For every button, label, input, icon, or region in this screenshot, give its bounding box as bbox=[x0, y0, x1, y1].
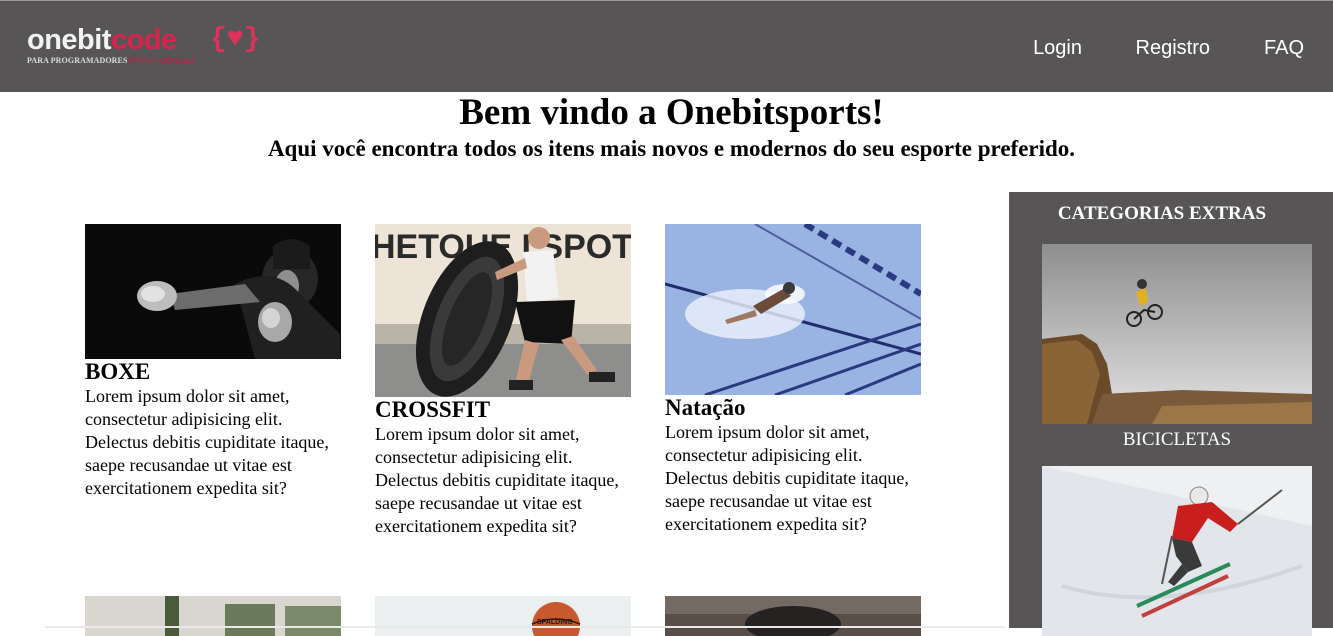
nav-link-login[interactable]: Login bbox=[1033, 37, 1082, 60]
welcome-section: Bem vindo a Onebitsports! Aqui você enco… bbox=[0, 92, 1333, 164]
card-text: Lorem ipsum dolor sit amet, consectetur … bbox=[375, 424, 619, 536]
tire-flip-photo[interactable]: HETOUE I SPOT bbox=[375, 224, 631, 397]
card-title: CROSSFIT bbox=[375, 397, 491, 422]
mountain-bike-photo[interactable] bbox=[1042, 244, 1312, 424]
logo-brace-icon: {♥} bbox=[210, 24, 261, 55]
product-card-4-image[interactable] bbox=[85, 596, 341, 636]
page-title: Bem vindo a Onebitsports! bbox=[459, 92, 884, 133]
product-card-boxe[interactable]: BOXE Lorem ipsum dolor sit amet, consect… bbox=[85, 224, 341, 500]
card-title: BOXE bbox=[85, 359, 151, 384]
product-card-natacao[interactable]: Natação Lorem ipsum dolor sit amet, cons… bbox=[665, 224, 921, 536]
logo-tagline: PARA PROGRAMADORESNOVA CARREIRA bbox=[27, 56, 197, 65]
boxer-photo[interactable] bbox=[85, 224, 341, 359]
onebitcode-logo[interactable]: onebitcode {♥} PARA PROGRAMADORESNOVA CA… bbox=[27, 23, 261, 73]
card-text: Lorem ipsum dolor sit amet, consectetur … bbox=[85, 386, 329, 498]
product-card-crossfit[interactable]: HETOUE I SPOT CROSSFIT Lorem ipsum dolor… bbox=[375, 224, 631, 538]
basketball-brand-text: SPALDING bbox=[537, 619, 573, 626]
sidebar-extra-categories: CATEGORIAS EXTRAS BICICLETAS bbox=[1009, 192, 1333, 636]
card-text: Lorem ipsum dolor sit amet, consectetur … bbox=[665, 422, 909, 534]
top-navbar: onebitcode {♥} PARA PROGRAMADORESNOVA CA… bbox=[0, 1, 1333, 92]
product-card-5-image[interactable]: SPALDING bbox=[375, 596, 631, 636]
swimmer-photo[interactable] bbox=[665, 224, 921, 395]
sidebar-title: CATEGORIAS EXTRAS bbox=[1057, 203, 1267, 224]
logo-wordmark: onebitcode bbox=[27, 24, 177, 56]
card-title: Natação bbox=[665, 395, 746, 420]
skier-photo[interactable] bbox=[1042, 466, 1312, 636]
category-label-bicicletas[interactable]: BICICLETAS bbox=[1009, 428, 1333, 452]
nav-link-faq[interactable]: FAQ bbox=[1264, 37, 1304, 60]
nav-link-registro[interactable]: Registro bbox=[1136, 37, 1210, 60]
page-subtitle: Aqui você encontra todos os itens mais n… bbox=[267, 136, 1076, 161]
product-card-6-image[interactable] bbox=[665, 596, 921, 636]
